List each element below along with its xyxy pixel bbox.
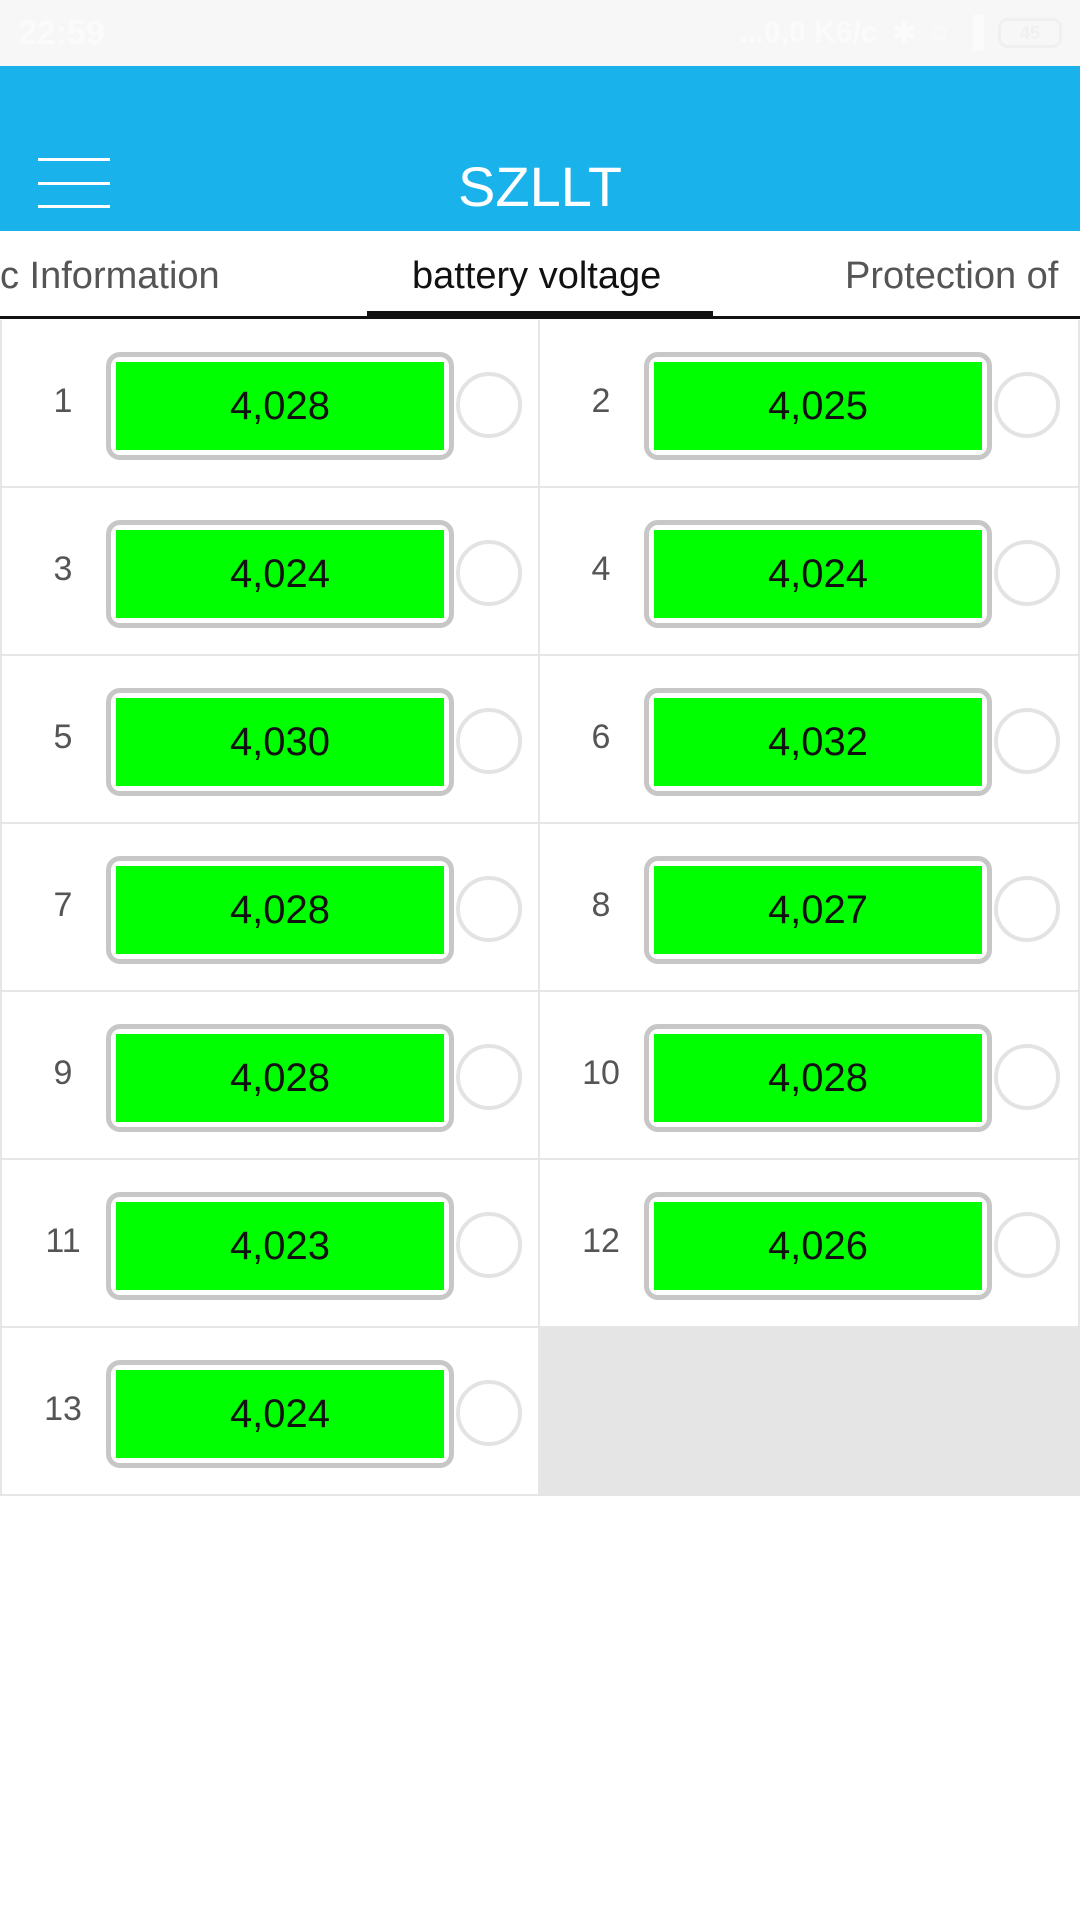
tab-battery-voltage[interactable]: battery voltage xyxy=(412,255,661,298)
balance-radio[interactable] xyxy=(456,1380,522,1446)
voltage-box: 4,028 xyxy=(644,1024,992,1132)
balance-radio[interactable] xyxy=(994,540,1060,606)
voltage-value: 4,024 xyxy=(116,1370,444,1458)
cell-row: 4 4,024 xyxy=(540,488,1080,656)
voltage-box: 4,028 xyxy=(106,856,454,964)
voltage-box: 4,024 xyxy=(106,520,454,628)
balance-radio[interactable] xyxy=(994,708,1060,774)
voltage-value: 4,028 xyxy=(116,866,444,954)
cell-number: 2 xyxy=(591,382,611,420)
cell-number: 11 xyxy=(45,1222,81,1260)
voltage-value: 4,028 xyxy=(654,1034,982,1122)
voltage-box: 4,023 xyxy=(106,1192,454,1300)
voltage-box: 4,024 xyxy=(106,1360,454,1468)
cell-number: 10 xyxy=(582,1054,620,1092)
empty-cell xyxy=(540,1328,1080,1496)
alarm-icon: ○ xyxy=(930,16,949,49)
voltage-box: 4,030 xyxy=(106,688,454,796)
voltage-value: 4,032 xyxy=(654,698,982,786)
voltage-box: 4,032 xyxy=(644,688,992,796)
status-icons: ...0,0 K6/c ✱ ○ ▐ 45 xyxy=(739,16,1062,51)
network-speed: ...0,0 K6/c xyxy=(739,16,878,49)
balance-radio[interactable] xyxy=(994,876,1060,942)
cell-number: 6 xyxy=(591,718,611,756)
balance-radio[interactable] xyxy=(456,1044,522,1110)
cell-row: 12 4,026 xyxy=(540,1160,1080,1328)
cell-row: 3 4,024 xyxy=(0,488,540,656)
cell-row: 8 4,027 xyxy=(540,824,1080,992)
cell-number: 9 xyxy=(53,1054,73,1092)
cell-number: 8 xyxy=(591,886,611,924)
voltage-value: 4,024 xyxy=(116,530,444,618)
cell-number: 3 xyxy=(53,550,73,588)
cell-number: 12 xyxy=(582,1222,620,1260)
battery-icon: 45 xyxy=(998,18,1062,48)
bluetooth-icon: ✱ xyxy=(891,16,917,50)
cell-row: 5 4,030 xyxy=(0,656,540,824)
balance-radio[interactable] xyxy=(456,876,522,942)
cell-number: 5 xyxy=(53,718,73,756)
voltage-value: 4,026 xyxy=(654,1202,982,1290)
app-title: SZLLT xyxy=(458,155,622,218)
cell-number: 4 xyxy=(591,550,611,588)
voltage-value: 4,024 xyxy=(654,530,982,618)
cell-row: 2 4,025 xyxy=(540,320,1080,488)
balance-radio[interactable] xyxy=(456,1212,522,1278)
voltage-value: 4,028 xyxy=(116,362,444,450)
balance-radio[interactable] xyxy=(456,372,522,438)
voltage-box: 4,028 xyxy=(106,352,454,460)
cell-row: 9 4,028 xyxy=(0,992,540,1160)
voltage-box: 4,025 xyxy=(644,352,992,460)
voltage-value: 4,027 xyxy=(654,866,982,954)
balance-radio[interactable] xyxy=(994,372,1060,438)
voltage-box: 4,024 xyxy=(644,520,992,628)
voltage-value: 4,030 xyxy=(116,698,444,786)
balance-radio[interactable] xyxy=(994,1044,1060,1110)
cell-row: 1 4,028 xyxy=(0,320,540,488)
voltage-value: 4,025 xyxy=(654,362,982,450)
cell-row: 10 4,028 xyxy=(540,992,1080,1160)
cell-row: 13 4,024 xyxy=(0,1328,540,1496)
tab-bar: c Information battery voltage Protection… xyxy=(0,231,1080,319)
balance-radio[interactable] xyxy=(994,1212,1060,1278)
voltage-box: 4,028 xyxy=(106,1024,454,1132)
balance-radio[interactable] xyxy=(456,708,522,774)
tab-protection[interactable]: Protection of xyxy=(845,255,1058,298)
cell-number: 13 xyxy=(44,1390,82,1428)
status-bar: 22:59 ...0,0 K6/c ✱ ○ ▐ 45 xyxy=(0,0,1080,66)
cell-row: 11 4,023 xyxy=(0,1160,540,1328)
tab-indicator xyxy=(367,311,713,317)
voltage-box: 4,027 xyxy=(644,856,992,964)
signal-icon: ▐ xyxy=(962,16,984,49)
voltage-value: 4,023 xyxy=(116,1202,444,1290)
app-bar: SZLLT xyxy=(0,66,1080,231)
cell-number: 7 xyxy=(53,886,73,924)
cell-number: 1 xyxy=(53,382,73,420)
cell-row: 7 4,028 xyxy=(0,824,540,992)
tab-basic-information[interactable]: c Information xyxy=(0,255,220,298)
voltage-box: 4,026 xyxy=(644,1192,992,1300)
cell-row: 6 4,032 xyxy=(540,656,1080,824)
status-time: 22:59 xyxy=(18,13,105,52)
voltage-value: 4,028 xyxy=(116,1034,444,1122)
balance-radio[interactable] xyxy=(456,540,522,606)
